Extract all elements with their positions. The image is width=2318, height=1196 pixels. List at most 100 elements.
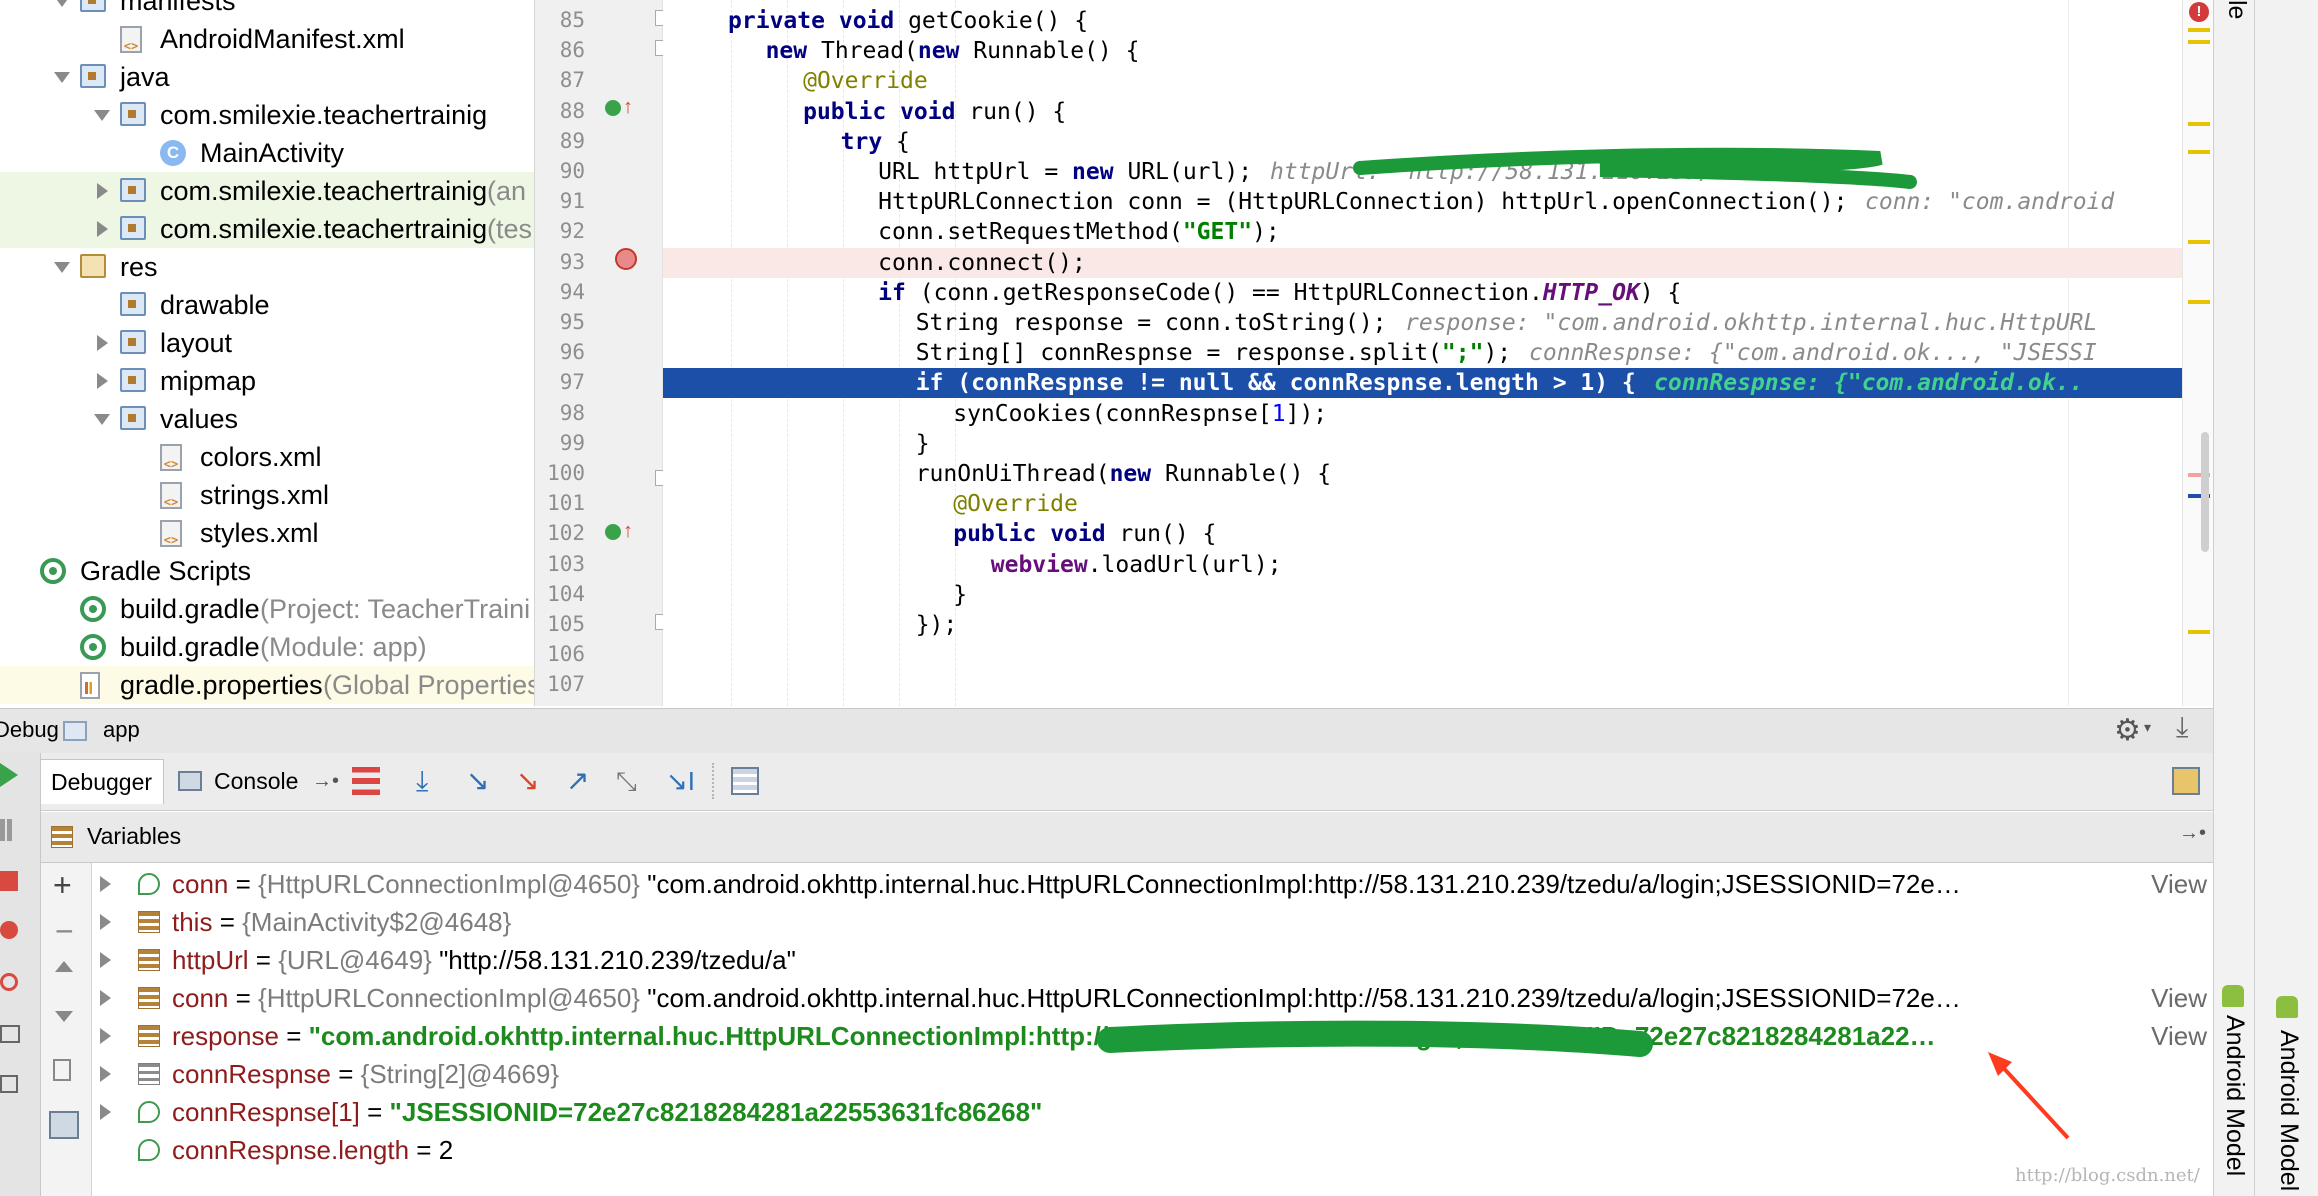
restore-layout-icon[interactable]: →• xyxy=(2179,822,2206,845)
code-line[interactable]: if (conn.getResponseCode() == HttpURLCon… xyxy=(663,278,2213,308)
implements-arrow-icon[interactable]: ↑ xyxy=(623,96,633,119)
collapse-arrow-icon[interactable] xyxy=(97,221,108,237)
view-value-link[interactable]: View xyxy=(2151,979,2207,1017)
tree-item[interactable]: com.smilexie.teachertrainig xyxy=(0,96,534,134)
code-line[interactable]: @Override xyxy=(663,66,2213,96)
implements-arrow-icon[interactable]: ↑ xyxy=(623,520,633,543)
variable-row[interactable]: connRespnse[1] = "JSESSIONID=72e27c82182… xyxy=(92,1093,2213,1131)
code-line[interactable] xyxy=(663,640,2213,670)
variable-row[interactable]: httpUrl = {URL@4649} "http://58.131.210.… xyxy=(92,941,2213,979)
gradle-panel-tab[interactable]: le xyxy=(2222,0,2251,19)
gear-icon[interactable]: ⚙ xyxy=(2114,713,2141,748)
tree-item[interactable]: java xyxy=(0,58,534,96)
variables-tree[interactable]: conn = {HttpURLConnectionImpl@4650} "com… xyxy=(92,863,2213,1196)
breakpoint-icon[interactable] xyxy=(615,248,637,270)
variable-row[interactable]: connRespnse.length = 2 xyxy=(92,1131,2213,1169)
code-line[interactable]: HttpURLConnection conn = (HttpURLConnect… xyxy=(663,187,2213,217)
code-line[interactable]: } xyxy=(663,429,2213,459)
code-line[interactable]: conn.connect(); xyxy=(663,247,2213,278)
drop-frame-icon[interactable]: ⤡ xyxy=(616,767,644,795)
tree-item[interactable]: C MainActivity xyxy=(0,134,534,172)
expand-arrow-icon[interactable] xyxy=(100,952,111,968)
code-line[interactable]: webview.loadUrl(url); xyxy=(663,550,2213,580)
warning-mark[interactable] xyxy=(2188,40,2210,44)
collapse-arrow-icon[interactable] xyxy=(97,335,108,351)
code-line[interactable]: } xyxy=(663,580,2213,610)
code-line[interactable]: @Override xyxy=(663,489,2213,519)
show-execution-point-icon[interactable] xyxy=(352,767,380,795)
override-icon[interactable] xyxy=(605,100,621,116)
code-line[interactable]: conn.setRequestMethod("GET"); xyxy=(663,217,2213,247)
step-over-icon[interactable]: ⤓ xyxy=(416,767,444,795)
collapse-arrow-icon[interactable] xyxy=(97,183,108,199)
code-line[interactable]: String response = conn.toString(); respon… xyxy=(663,308,2213,338)
tree-item[interactable]: manifests xyxy=(0,0,534,20)
tree-item[interactable]: com.smilexie.teachertrainig (tes xyxy=(0,210,534,248)
view-value-link[interactable]: View xyxy=(2151,1017,2207,1055)
error-stripe[interactable]: ! xyxy=(2182,0,2213,706)
variable-row[interactable]: this = {MainActivity$2@4648} xyxy=(92,903,2213,941)
move-up-icon[interactable] xyxy=(55,961,73,972)
watches-toggle-icon[interactable] xyxy=(49,1111,79,1139)
variable-row[interactable]: conn = {HttpURLConnectionImpl@4650} "com… xyxy=(92,865,2213,903)
chevron-down-icon[interactable]: ▾ xyxy=(2144,719,2151,736)
code-line[interactable]: private void getCookie() { xyxy=(663,6,2213,36)
code-editor[interactable]: private void getCookie() {new Thread(new… xyxy=(663,0,2213,706)
hide-panel-icon[interactable]: ⤓ xyxy=(2176,711,2188,744)
code-line[interactable]: new Thread(new Runnable() { xyxy=(663,36,2213,66)
remove-watch-icon[interactable]: − xyxy=(55,913,74,950)
expand-arrow-icon[interactable] xyxy=(54,0,70,7)
expand-arrow-icon[interactable] xyxy=(100,876,111,892)
expand-arrow-icon[interactable] xyxy=(94,110,110,121)
tree-item[interactable]: strings.xml xyxy=(0,476,534,514)
tree-item[interactable]: layout xyxy=(0,324,534,362)
variable-row[interactable]: connRespnse = {String[2]@4669} xyxy=(92,1055,2213,1093)
editor-scrollbar-thumb[interactable] xyxy=(2201,432,2209,552)
current-execution-line[interactable]: if (connRespnse != null && connRespnse.l… xyxy=(663,368,2213,399)
override-icon[interactable] xyxy=(605,524,621,540)
code-line[interactable]: try { xyxy=(663,127,2213,157)
expand-arrow-icon[interactable] xyxy=(100,1066,111,1082)
settings-icon[interactable] xyxy=(0,1075,18,1093)
android-model-tab-right[interactable]: Android Model xyxy=(2274,1030,2303,1191)
layout-settings-icon[interactable] xyxy=(2172,767,2200,795)
expand-arrow-icon[interactable] xyxy=(94,414,110,425)
tree-item[interactable]: AndroidManifest.xml xyxy=(0,20,534,58)
tree-item[interactable]: build.gradle (Module: app) xyxy=(0,628,534,666)
force-step-into-icon[interactable]: ↘ xyxy=(516,767,544,795)
debug-config-name[interactable]: app xyxy=(103,717,140,743)
code-line[interactable]: public void run() { xyxy=(663,519,2213,549)
code-line[interactable]: public void run() { xyxy=(663,97,2213,127)
warning-mark[interactable] xyxy=(2188,240,2210,244)
tree-item[interactable]: mipmap xyxy=(0,362,534,400)
code-line[interactable]: }); xyxy=(663,610,2213,640)
warning-mark[interactable] xyxy=(2188,630,2210,634)
expand-arrow-icon[interactable] xyxy=(100,914,111,930)
camera-icon[interactable] xyxy=(0,1025,20,1043)
copy-icon[interactable] xyxy=(53,1059,71,1081)
expand-arrow-icon[interactable] xyxy=(100,1028,111,1044)
mute-breakpoints-icon[interactable] xyxy=(0,973,18,991)
pause-icon[interactable] xyxy=(0,819,12,841)
step-out-icon[interactable]: ↗ xyxy=(566,767,594,795)
expand-arrow-icon[interactable] xyxy=(100,990,111,1006)
tree-item[interactable]: values xyxy=(0,400,534,438)
variable-row[interactable]: conn = {HttpURLConnectionImpl@4650} "com… xyxy=(92,979,2213,1017)
move-down-icon[interactable] xyxy=(55,1011,73,1022)
warning-mark[interactable] xyxy=(2188,300,2210,304)
tree-item[interactable]: res xyxy=(0,248,534,286)
expand-arrow-icon[interactable] xyxy=(54,72,70,83)
tree-item[interactable]: drawable xyxy=(0,286,534,324)
tab-debugger[interactable]: Debugger xyxy=(40,759,164,804)
tree-item[interactable]: gradle.properties (Global Properties xyxy=(0,666,534,704)
expand-arrow-icon[interactable] xyxy=(100,1104,111,1120)
resume-icon[interactable] xyxy=(0,763,18,787)
restore-layout-icon[interactable]: →• xyxy=(312,759,339,803)
warning-mark[interactable] xyxy=(2188,28,2210,32)
tree-item[interactable]: com.smilexie.teachertrainig (an xyxy=(0,172,534,210)
add-watch-icon[interactable]: + xyxy=(53,867,72,904)
step-into-icon[interactable]: ↘ xyxy=(466,767,494,795)
evaluate-expression-icon[interactable] xyxy=(731,767,759,795)
code-line[interactable]: synCookies(connRespnse[1]); xyxy=(663,399,2213,429)
view-breakpoints-icon[interactable] xyxy=(0,921,18,939)
